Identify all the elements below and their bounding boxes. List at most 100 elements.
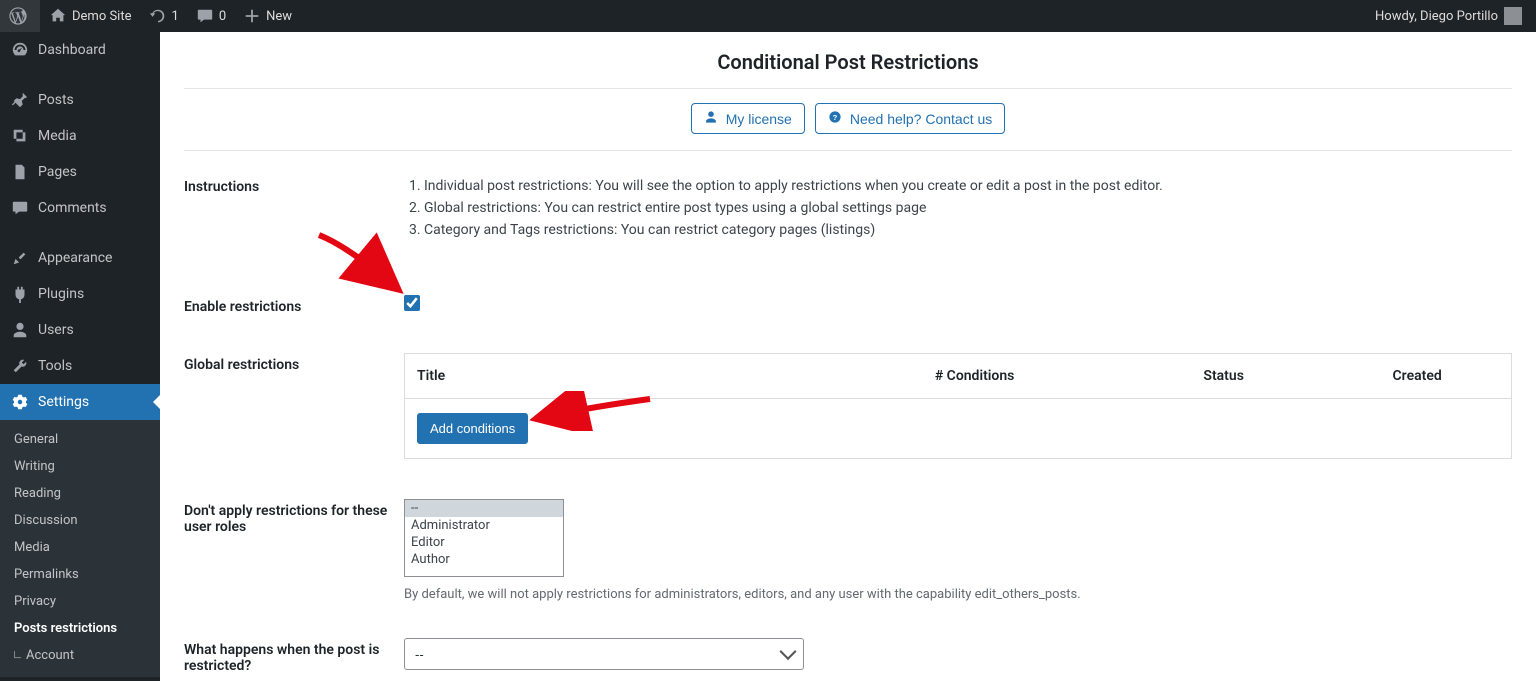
submenu-general[interactable]: General — [0, 426, 160, 453]
comments-icon — [195, 6, 215, 26]
menu-posts-label: Posts — [38, 92, 74, 108]
menu-comments-label: Comments — [38, 200, 107, 216]
adminbar-logo[interactable] — [0, 0, 40, 32]
adminbar-updates-count: 1 — [172, 9, 179, 24]
pin-icon — [10, 90, 30, 110]
adminbar-new-label: New — [266, 9, 292, 24]
role-option[interactable]: Administrator — [405, 517, 563, 534]
user-icon — [704, 110, 718, 127]
role-option[interactable]: Author — [405, 551, 563, 568]
my-license-label: My license — [726, 111, 792, 127]
instruction-item: Individual post restrictions: You will s… — [424, 175, 1512, 197]
media-icon — [10, 126, 30, 146]
submenu-discussion[interactable]: Discussion — [0, 507, 160, 534]
row-user-roles: Don't apply restrictions for these user … — [184, 473, 1512, 616]
plugins-icon — [10, 284, 30, 304]
menu-dashboard-label: Dashboard — [38, 42, 106, 58]
add-conditions-button[interactable]: Add conditions — [417, 413, 528, 444]
user-roles-multiselect[interactable]: -- Administrator Editor Author — [404, 499, 564, 577]
menu-dashboard[interactable]: Dashboard — [0, 32, 160, 68]
what-happens-heading: What happens when the post is restricted… — [184, 638, 404, 674]
admin-sidebar: Dashboard Posts Media Pages Comments App… — [0, 32, 160, 681]
submenu-reading[interactable]: Reading — [0, 480, 160, 507]
updates-icon — [148, 6, 168, 26]
instruction-item: Category and Tags restrictions: You can … — [424, 219, 1512, 241]
menu-media[interactable]: Media — [0, 118, 160, 154]
adminbar-updates[interactable]: 1 — [140, 0, 187, 32]
adminbar-user-menu[interactable]: Howdy, Diego Portillo — [1369, 0, 1528, 32]
col-created: Created — [1323, 354, 1511, 399]
adminbar-site-name: Demo Site — [72, 9, 132, 24]
table-row: Add conditions — [405, 399, 1512, 459]
adminbar-site-link[interactable]: Demo Site — [40, 0, 140, 32]
dashboard-icon — [10, 40, 30, 60]
menu-appearance-label: Appearance — [38, 250, 112, 266]
page-title: Conditional Post Restrictions — [184, 44, 1512, 88]
global-restrictions-table: Title # Conditions Status Created Add co — [404, 353, 1512, 459]
col-status: Status — [1124, 354, 1323, 399]
global-restrictions-heading: Global restrictions — [184, 353, 404, 373]
wp-admin-bar: Demo Site 1 0 New Howdy, Diego Portillo — [0, 0, 1536, 32]
adminbar-comments[interactable]: 0 — [187, 0, 234, 32]
adminbar-comments-count: 0 — [219, 9, 226, 24]
row-enable-restrictions: Enable restrictions — [184, 255, 1512, 329]
help-icon: ? — [828, 110, 842, 127]
my-license-button[interactable]: My license — [691, 103, 805, 134]
submenu-posts-restrictions[interactable]: Posts restrictions — [0, 615, 160, 642]
appearance-icon — [10, 248, 30, 268]
instructions-heading: Instructions — [184, 175, 404, 195]
plus-icon — [242, 6, 262, 26]
enable-restrictions-checkbox[interactable] — [404, 295, 420, 311]
user-roles-heading: Don't apply restrictions for these user … — [184, 499, 404, 535]
page-toolbar: My license ? Need help? Contact us — [184, 89, 1512, 151]
role-option[interactable]: -- — [405, 500, 563, 517]
menu-users[interactable]: Users — [0, 312, 160, 348]
menu-plugins-label: Plugins — [38, 286, 84, 302]
user-roles-helptext: By default, we will not apply restrictio… — [404, 587, 1512, 602]
menu-settings-label: Settings — [38, 394, 89, 410]
page-icon — [10, 162, 30, 182]
instruction-item: Global restrictions: You can restrict en… — [424, 197, 1512, 219]
menu-tools-label: Tools — [38, 358, 72, 374]
home-icon — [48, 6, 68, 26]
submenu-account[interactable]: Account — [0, 642, 160, 669]
submenu-permalinks[interactable]: Permalinks — [0, 561, 160, 588]
adminbar-new[interactable]: New — [234, 0, 300, 32]
menu-plugins[interactable]: Plugins — [0, 276, 160, 312]
menu-pages[interactable]: Pages — [0, 154, 160, 190]
col-title: Title — [405, 354, 826, 399]
col-conditions: # Conditions — [825, 354, 1124, 399]
menu-tools[interactable]: Tools — [0, 348, 160, 384]
menu-comments[interactable]: Comments — [0, 190, 160, 226]
role-option[interactable]: Editor — [405, 534, 563, 551]
submenu-media[interactable]: Media — [0, 534, 160, 561]
submenu-settings: General Writing Reading Discussion Media… — [0, 420, 160, 677]
settings-icon — [10, 392, 30, 412]
what-happens-select[interactable]: -- — [404, 638, 804, 670]
tools-icon — [10, 356, 30, 376]
menu-media-label: Media — [38, 128, 77, 144]
need-help-button[interactable]: ? Need help? Contact us — [815, 103, 1005, 134]
row-global-restrictions: Global restrictions Title # Conditions S… — [184, 329, 1512, 473]
row-what-happens: What happens when the post is restricted… — [184, 616, 1512, 681]
comment-icon — [10, 198, 30, 218]
menu-posts[interactable]: Posts — [0, 82, 160, 118]
need-help-label: Need help? Contact us — [850, 111, 992, 127]
submenu-privacy[interactable]: Privacy — [0, 588, 160, 615]
menu-pages-label: Pages — [38, 164, 77, 180]
add-conditions-label: Add conditions — [430, 421, 515, 436]
table-header-row: Title # Conditions Status Created — [405, 354, 1512, 399]
user-avatar-icon — [1504, 7, 1522, 25]
svg-text:?: ? — [832, 113, 837, 122]
menu-settings[interactable]: Settings — [0, 384, 160, 420]
users-icon — [10, 320, 30, 340]
submenu-writing[interactable]: Writing — [0, 453, 160, 480]
enable-restrictions-heading: Enable restrictions — [184, 295, 404, 315]
menu-appearance[interactable]: Appearance — [0, 240, 160, 276]
row-instructions: Instructions Individual post restriction… — [184, 161, 1512, 255]
adminbar-howdy-text: Howdy, Diego Portillo — [1375, 9, 1498, 24]
menu-users-label: Users — [38, 322, 74, 338]
instructions-list: Individual post restrictions: You will s… — [404, 175, 1512, 241]
main-content: Conditional Post Restrictions My license… — [160, 32, 1536, 681]
wordpress-logo-icon — [8, 6, 28, 26]
